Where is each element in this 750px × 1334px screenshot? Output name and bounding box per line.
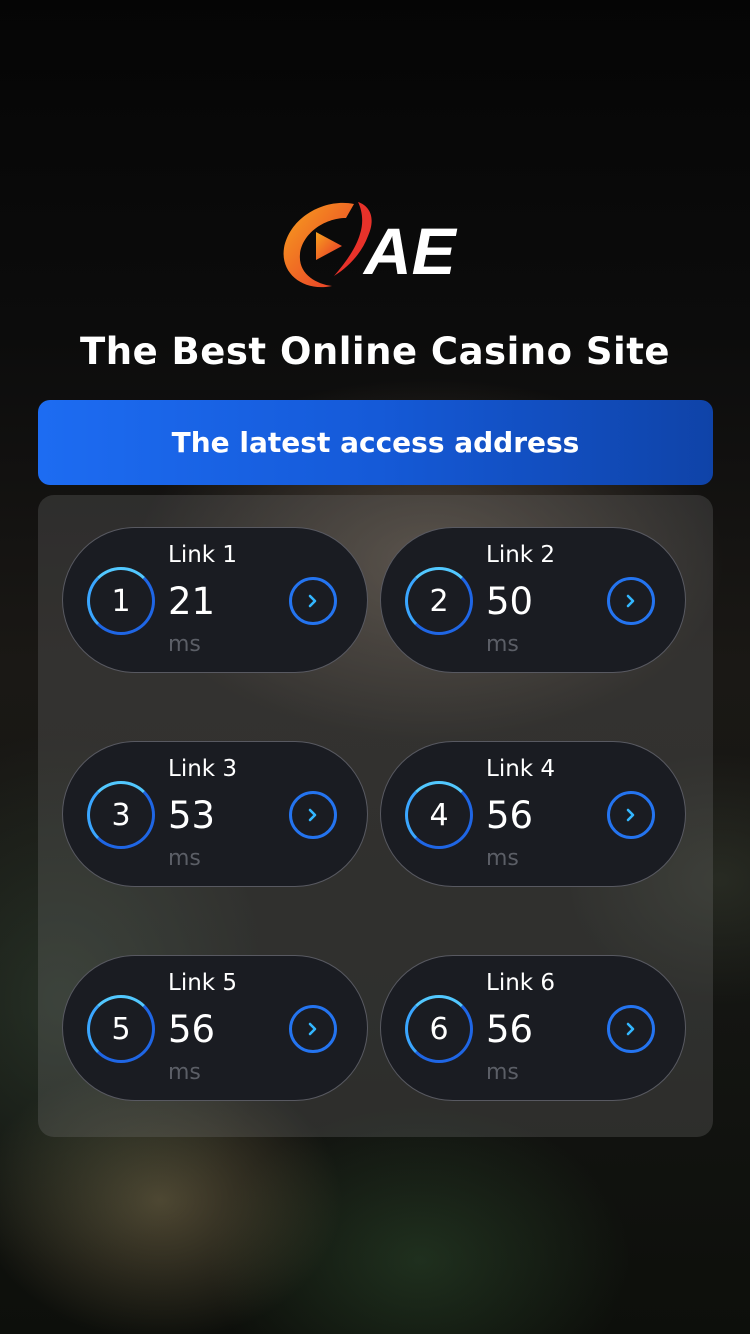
link-latency: 56 — [486, 794, 534, 837]
link-number-badge: 5 — [87, 995, 155, 1063]
links-panel: 1 Link 1 21 ms 2 Link 2 50 ms 3 Link 3 5… — [38, 495, 713, 1137]
link-label: Link 2 — [486, 542, 556, 568]
link-number-badge: 3 — [87, 781, 155, 849]
link-latency: 21 — [168, 580, 216, 623]
link-card-1[interactable]: 1 Link 1 21 ms — [62, 527, 368, 673]
latency-unit: ms — [486, 846, 519, 871]
go-button[interactable] — [289, 577, 337, 625]
latency-unit: ms — [168, 846, 201, 871]
ae-logo: AE — [276, 196, 476, 296]
go-button[interactable] — [289, 791, 337, 839]
go-button[interactable] — [289, 1005, 337, 1053]
link-latency: 56 — [486, 1008, 534, 1051]
link-number-badge: 2 — [405, 567, 473, 635]
latency-unit: ms — [486, 632, 519, 657]
link-latency: 50 — [486, 580, 534, 623]
link-latency: 53 — [168, 794, 216, 837]
chevron-right-icon — [626, 1022, 635, 1036]
link-label: Link 5 — [168, 970, 238, 996]
chevron-right-icon — [626, 808, 635, 822]
link-card-6[interactable]: 6 Link 6 56 ms — [380, 955, 686, 1101]
link-number-badge: 6 — [405, 995, 473, 1063]
link-label: Link 1 — [168, 542, 238, 568]
latency-unit: ms — [168, 632, 201, 657]
logo-text: AE — [362, 214, 458, 288]
link-label: Link 4 — [486, 756, 556, 782]
chevron-right-icon — [308, 1022, 317, 1036]
latency-unit: ms — [486, 1060, 519, 1085]
go-button[interactable] — [607, 1005, 655, 1053]
go-button[interactable] — [607, 577, 655, 625]
link-label: Link 3 — [168, 756, 238, 782]
link-latency: 56 — [168, 1008, 216, 1051]
link-number-badge: 4 — [405, 781, 473, 849]
ae-logo-icon: AE — [283, 202, 458, 288]
link-label: Link 6 — [486, 970, 556, 996]
link-card-4[interactable]: 4 Link 4 56 ms — [380, 741, 686, 887]
chevron-right-icon — [308, 594, 317, 608]
access-address-banner: The latest access address — [38, 400, 713, 485]
chevron-right-icon — [626, 594, 635, 608]
page-headline: The Best Online Casino Site — [80, 330, 670, 373]
link-number-badge: 1 — [87, 567, 155, 635]
link-card-3[interactable]: 3 Link 3 53 ms — [62, 741, 368, 887]
link-card-5[interactable]: 5 Link 5 56 ms — [62, 955, 368, 1101]
go-button[interactable] — [607, 791, 655, 839]
chevron-right-icon — [308, 808, 317, 822]
latency-unit: ms — [168, 1060, 201, 1085]
link-card-2[interactable]: 2 Link 2 50 ms — [380, 527, 686, 673]
